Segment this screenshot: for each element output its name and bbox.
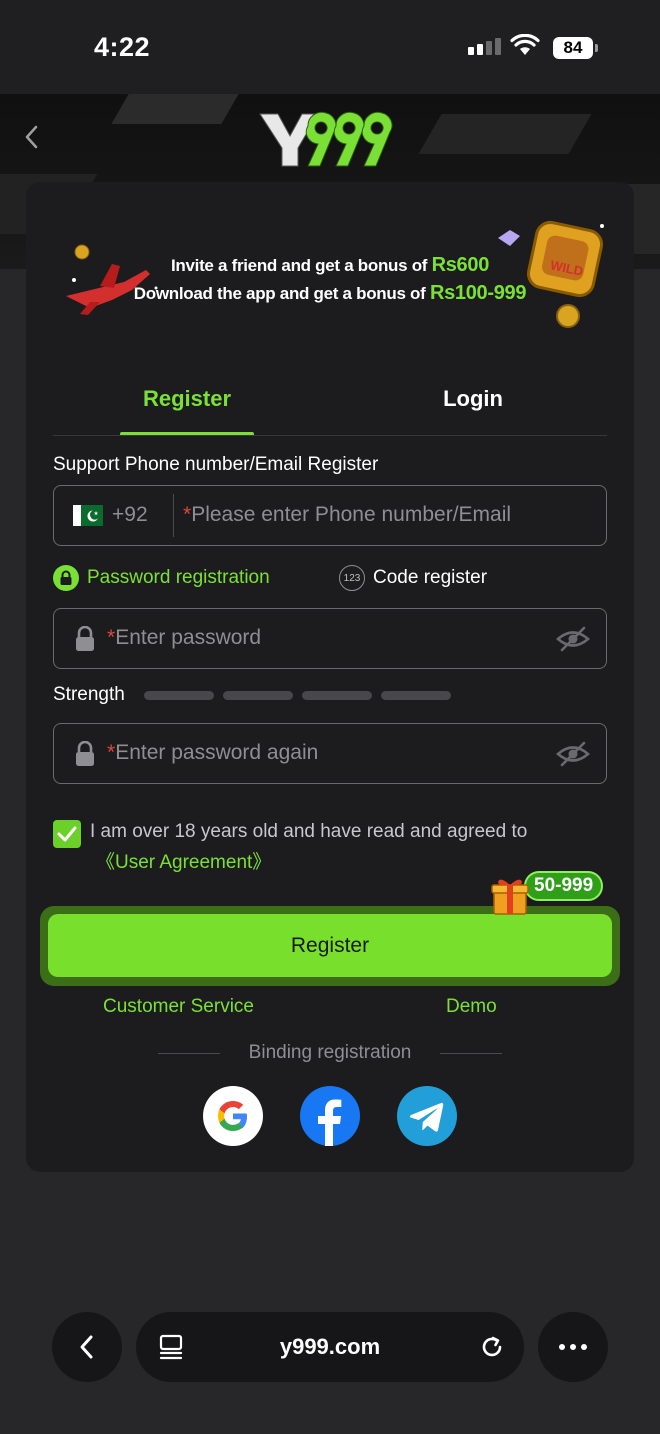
tab-divider	[53, 435, 607, 436]
demo-link[interactable]: Demo	[446, 996, 497, 1018]
bonus-banner: WILD Invite a friend and get a bonus of …	[26, 210, 634, 340]
divider-line-right	[440, 1053, 502, 1054]
customer-service-link[interactable]: Customer Service	[103, 996, 254, 1018]
phone-email-field[interactable]: +92 *Please enter Phone number/Email	[53, 485, 607, 546]
browser-more-button[interactable]	[538, 1312, 608, 1382]
eye-off-icon[interactable]	[556, 741, 590, 767]
lock-icon	[76, 741, 94, 766]
checkmark-icon	[57, 826, 77, 842]
password-field[interactable]: *Enter password	[53, 608, 607, 669]
banner-download-text: Download the app and get a bonus of	[133, 284, 426, 303]
user-agreement-link[interactable]: 《User Agreement》	[96, 847, 271, 874]
binding-registration-label: Binding registration	[248, 1042, 412, 1063]
telegram-login-button[interactable]	[397, 1086, 457, 1146]
phone-email-placeholder: *Please enter Phone number/Email	[183, 503, 512, 526]
tab-login[interactable]: Login	[406, 386, 540, 412]
agreement-text: I am over 18 years old and have read and…	[90, 821, 528, 842]
google-icon	[218, 1101, 247, 1131]
lock-icon	[76, 626, 94, 651]
tab-register[interactable]: Register	[120, 386, 254, 412]
url-text: y999.com	[279, 1334, 381, 1359]
code-register-option[interactable]: 123 Code register	[339, 564, 487, 592]
password-registration-option[interactable]: Password registration	[53, 564, 270, 592]
banner-invite-amount: Rs600	[431, 254, 490, 276]
cellular-signal-icon	[468, 38, 501, 55]
code-123-icon: 123	[339, 565, 365, 591]
eye-off-icon[interactable]	[556, 626, 590, 652]
telegram-icon	[409, 1102, 444, 1132]
country-code[interactable]: +92	[112, 503, 148, 527]
confirm-password-placeholder: *Enter password again	[107, 741, 319, 764]
status-time: 4:22	[94, 32, 151, 62]
back-chevron-icon[interactable]	[18, 122, 48, 152]
google-login-button[interactable]	[203, 1086, 263, 1146]
register-button[interactable]: Register	[48, 914, 612, 977]
facebook-icon	[318, 1099, 342, 1146]
confirm-password-field[interactable]: *Enter password again	[53, 723, 607, 784]
lock-icon	[53, 565, 79, 591]
password-registration-label: Password registration	[87, 567, 270, 588]
reload-icon[interactable]	[478, 1333, 506, 1361]
battery-level: 84	[553, 37, 593, 59]
banner-invite-line: Invite a friend and get a bonus of Rs600	[26, 254, 634, 277]
wifi-icon	[510, 34, 540, 55]
bonus-badge: 50-999	[524, 871, 604, 901]
chevron-left-icon	[80, 1335, 93, 1359]
password-placeholder: *Enter password	[107, 626, 262, 649]
agreement-checkbox[interactable]	[53, 820, 81, 848]
password-strength-meter	[144, 691, 451, 700]
browser-back-button[interactable]	[52, 1312, 122, 1382]
browser-address-bar[interactable]: y999.com	[136, 1312, 524, 1382]
strength-label: Strength	[53, 684, 125, 705]
battery-icon	[595, 44, 598, 52]
banner-download-line: Download the app and get a bonus of Rs10…	[26, 282, 634, 305]
pakistan-flag-icon[interactable]	[73, 505, 103, 526]
field-divider	[173, 494, 174, 537]
register-method-label: Support Phone number/Email Register	[53, 454, 379, 475]
banner-invite-text: Invite a friend and get a bonus of	[170, 256, 428, 275]
banner-download-amount: Rs100-999	[429, 282, 527, 304]
y999-logo	[259, 111, 393, 167]
code-register-label: Code register	[373, 567, 488, 588]
status-bar: 4:22 84	[0, 0, 660, 94]
airplane-icon	[66, 244, 158, 315]
more-dots-icon	[559, 1344, 587, 1350]
gift-icon	[491, 879, 529, 915]
facebook-login-button[interactable]	[300, 1086, 360, 1146]
